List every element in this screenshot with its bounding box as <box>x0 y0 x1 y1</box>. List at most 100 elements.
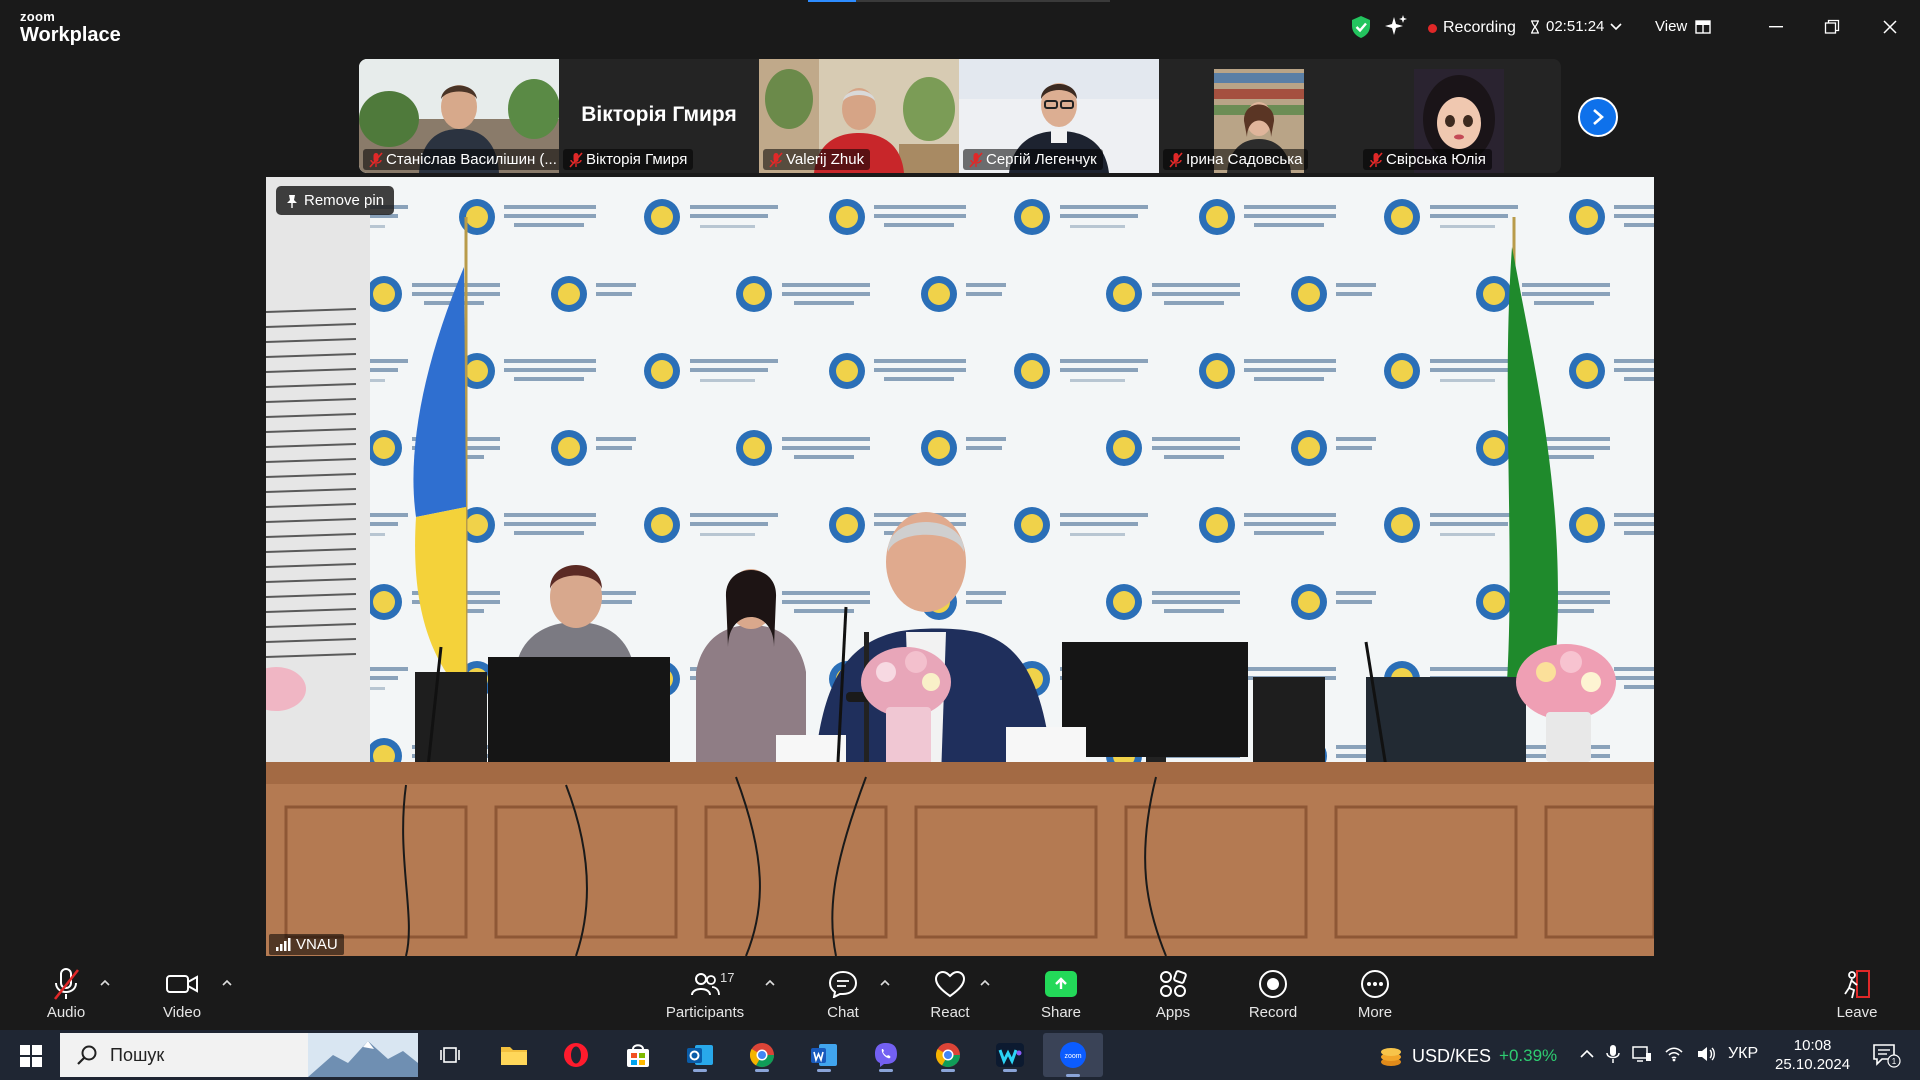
audio-button[interactable]: Audio <box>21 966 111 1021</box>
search-icon <box>77 1045 97 1065</box>
currency-widget[interactable]: USD/KES +0.39% <box>1378 1043 1557 1069</box>
participant-name-tag: Свірська Юлія <box>1363 149 1492 170</box>
meeting-timer[interactable]: 02:51:24 <box>1530 18 1622 35</box>
muted-mic-icon <box>1169 151 1183 168</box>
taskbar-webex-app[interactable] <box>992 1038 1028 1072</box>
keyboard-language[interactable]: УКР <box>1728 1045 1758 1063</box>
participant-display-name: Вікторія Гмиря <box>581 103 737 126</box>
clock-time: 10:08 <box>1793 1037 1832 1054</box>
webex-icon <box>996 1043 1024 1067</box>
view-label: View <box>1655 18 1688 35</box>
taskbar-chrome[interactable] <box>744 1038 780 1072</box>
close-icon <box>1883 20 1897 34</box>
muted-mic-icon <box>569 151 583 168</box>
taskbar-file-explorer[interactable] <box>496 1038 532 1072</box>
participant-name: Вікторія Гмиря <box>586 151 688 168</box>
meeting-controls-bar: Audio Video 17 Participants Chat React S… <box>0 958 1920 1030</box>
chat-bubble-icon <box>828 970 858 998</box>
taskbar-outlook[interactable] <box>682 1038 718 1072</box>
recording-label: Recording <box>1443 19 1516 36</box>
video-options-caret[interactable] <box>222 978 232 989</box>
participant-tile[interactable]: Свірська Юлія <box>1359 59 1559 173</box>
react-button[interactable]: React <box>905 966 995 1021</box>
taskbar-microsoft-store[interactable] <box>620 1038 656 1072</box>
search-placeholder: Пошук <box>110 1044 165 1065</box>
wifi-icon[interactable] <box>1664 1046 1684 1062</box>
minimize-button[interactable] <box>1762 14 1790 40</box>
taskbar-word[interactable] <box>806 1038 842 1072</box>
next-page-button[interactable] <box>1578 97 1618 137</box>
chat-button[interactable]: Chat <box>798 966 888 1021</box>
participant-name-tag: Вікторія Гмиря <box>563 149 694 170</box>
store-icon <box>627 1044 649 1067</box>
taskbar-opera[interactable] <box>558 1038 594 1072</box>
apps-icon <box>1160 970 1187 997</box>
chevron-up-icon <box>880 979 890 986</box>
notification-count: 1 <box>1892 1057 1897 1066</box>
heart-icon <box>934 970 966 998</box>
start-button[interactable] <box>20 1045 42 1067</box>
participant-name: Valerij Zhuk <box>786 151 865 168</box>
apps-button[interactable]: Apps <box>1128 966 1218 1021</box>
close-window-button[interactable] <box>1876 14 1904 40</box>
participant-name: Ірина Садовська <box>1186 151 1303 168</box>
share-label: Share <box>1040 1004 1082 1021</box>
task-view-button[interactable] <box>432 1038 468 1072</box>
participant-name-tag: Сергій Легенчук <box>963 149 1103 170</box>
record-label: Record <box>1248 1004 1298 1021</box>
remove-pin-button[interactable]: Remove pin <box>276 186 395 215</box>
clock-date: 25.10.2024 <box>1775 1056 1851 1073</box>
participants-button[interactable]: 17 Participants <box>660 966 750 1021</box>
share-button[interactable]: Share <box>1016 966 1106 1021</box>
participant-name: Станіслав Василішин (... <box>386 151 557 168</box>
taskbar-chrome-profile[interactable] <box>930 1038 966 1072</box>
chat-label: Chat <box>827 1004 859 1021</box>
speaker-volume-icon[interactable] <box>1696 1045 1716 1063</box>
video-camera-icon <box>166 975 198 993</box>
taskbar-search-box[interactable]: Пошук <box>60 1033 418 1077</box>
record-button[interactable]: Record <box>1228 966 1318 1021</box>
taskbar-clock[interactable]: 10:08 25.10.2024 <box>1775 1036 1850 1074</box>
opera-icon <box>564 1043 588 1067</box>
chat-options-caret[interactable] <box>880 978 890 989</box>
more-button[interactable]: More <box>1330 966 1420 1021</box>
ai-companion-sparkle-icon[interactable] <box>1384 14 1408 38</box>
notification-center-button[interactable]: 1 <box>1872 1043 1902 1074</box>
security-shield-icon[interactable] <box>1350 15 1372 39</box>
taskbar-zoom[interactable]: zoom <box>1043 1033 1103 1077</box>
chevron-down-icon <box>1610 22 1622 30</box>
title-bar: zoom Workplace Recording 02:51:24 View <box>0 0 1920 56</box>
recording-indicator[interactable]: Recording <box>1428 19 1516 37</box>
microphone-icon[interactable] <box>1606 1044 1620 1064</box>
task-view-icon <box>440 1047 460 1063</box>
logo-zoom-text: zoom <box>20 9 56 24</box>
taskbar-viber[interactable] <box>868 1038 904 1072</box>
word-icon <box>811 1044 837 1066</box>
search-highlight-mountain-image <box>308 1033 418 1077</box>
participants-options-caret[interactable] <box>765 978 775 989</box>
participant-tile[interactable]: Ірина Садовська <box>1159 59 1359 173</box>
logo-workplace-text: Workplace <box>20 24 121 46</box>
notification-chat-icon: 1 <box>1873 1044 1901 1068</box>
muted-mic-icon <box>53 968 80 1000</box>
audio-options-caret[interactable] <box>100 978 110 989</box>
react-options-caret[interactable] <box>980 978 990 989</box>
zoom-app-icon: zoom <box>1060 1042 1086 1068</box>
leave-button[interactable]: Leave <box>1812 966 1902 1021</box>
record-icon <box>1259 970 1287 998</box>
participant-tile[interactable]: Valerij Zhuk <box>759 59 959 173</box>
participant-tile[interactable]: Вікторія Гмиря Вікторія Гмиря <box>559 59 759 173</box>
participant-tile[interactable]: Станіслав Василішин (... <box>359 59 559 173</box>
chevron-up-icon[interactable] <box>1580 1049 1594 1059</box>
restore-button[interactable] <box>1818 14 1846 40</box>
grid-view-icon <box>1695 19 1711 34</box>
participant-tile[interactable]: Сергій Легенчук <box>959 59 1159 173</box>
display-network-icon[interactable] <box>1632 1045 1652 1063</box>
view-button[interactable]: View <box>1655 18 1711 35</box>
chevron-up-icon <box>222 979 232 986</box>
muted-mic-icon <box>1369 151 1383 168</box>
timer-value: 02:51:24 <box>1546 18 1605 35</box>
video-button[interactable]: Video <box>137 966 227 1021</box>
currency-pair: USD/KES <box>1412 1045 1492 1066</box>
outlook-icon <box>687 1045 713 1065</box>
